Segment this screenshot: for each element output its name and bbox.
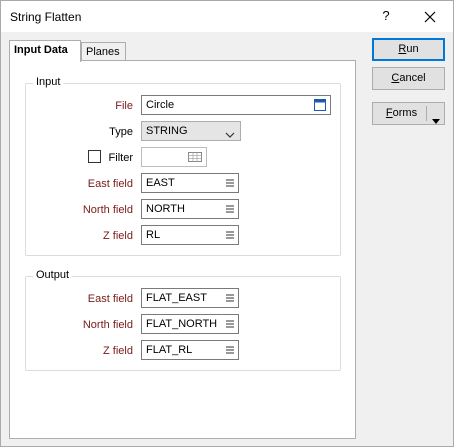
close-icon[interactable] <box>421 8 439 26</box>
input-east-field-label: East field <box>87 178 133 190</box>
input-east-field[interactable]: EAST <box>141 173 239 193</box>
input-north-field-value: NORTH <box>146 203 185 215</box>
input-z-field-label: Z field <box>103 230 133 242</box>
chevron-down-icon <box>225 127 235 138</box>
run-button[interactable]: Run <box>372 38 445 61</box>
output-east-field[interactable]: FLAT_EAST <box>141 288 239 308</box>
file-browse-icon[interactable] <box>314 99 326 111</box>
field-list-icon[interactable] <box>226 318 234 330</box>
field-list-icon[interactable] <box>226 229 234 241</box>
input-group-title: Input <box>33 76 64 88</box>
output-north-field-value: FLAT_NORTH <box>146 318 218 330</box>
output-east-field-value: FLAT_EAST <box>146 292 207 304</box>
help-button[interactable]: ? <box>378 8 394 24</box>
string-flatten-dialog: String Flatten ? Input Data Planes Input… <box>0 0 454 447</box>
type-label: Type <box>109 126 133 138</box>
type-select[interactable]: STRING <box>141 121 241 141</box>
output-north-field-label: North field <box>82 319 133 331</box>
run-label-suffix: un <box>406 43 419 55</box>
cancel-button[interactable]: Cancel <box>372 67 445 90</box>
input-z-field-value: RL <box>146 229 161 241</box>
input-groupbox: Input File Circle Type STRING Filter Eas… <box>25 76 341 256</box>
forms-label-accel: F <box>385 107 393 119</box>
tab-input-data[interactable]: Input Data <box>9 40 81 62</box>
output-groupbox: Output East field FLAT_EAST North field … <box>25 269 341 371</box>
dropdown-arrow-icon[interactable] <box>432 111 440 124</box>
field-list-icon[interactable] <box>226 177 234 189</box>
output-north-field[interactable]: FLAT_NORTH <box>141 314 239 334</box>
forms-button[interactable]: Forms <box>372 102 445 125</box>
field-list-icon[interactable] <box>226 344 234 356</box>
cancel-label-suffix: ancel <box>399 72 426 84</box>
output-z-field-label: Z field <box>103 345 133 357</box>
filter-label: Filter <box>108 152 133 164</box>
input-data-panel: Input File Circle Type STRING Filter Eas… <box>9 60 356 439</box>
file-label: File <box>115 100 133 112</box>
file-input[interactable]: Circle <box>141 95 331 115</box>
title-bar: String Flatten ? <box>1 1 453 32</box>
type-value: STRING <box>146 125 188 137</box>
input-east-field-value: EAST <box>146 177 175 189</box>
output-east-field-label: East field <box>87 293 133 305</box>
tab-planes[interactable]: Planes <box>81 42 126 62</box>
input-north-field[interactable]: NORTH <box>141 199 239 219</box>
output-z-field-value: FLAT_RL <box>146 344 193 356</box>
window-title: String Flatten <box>10 10 82 24</box>
output-z-field[interactable]: FLAT_RL <box>141 340 239 360</box>
input-north-field-label: North field <box>82 204 133 216</box>
field-list-icon[interactable] <box>226 203 234 215</box>
input-z-field[interactable]: RL <box>141 225 239 245</box>
output-group-title: Output <box>33 269 73 281</box>
forms-label-suffix: orms <box>392 107 418 119</box>
filter-table-icon[interactable] <box>188 151 202 163</box>
filter-input[interactable] <box>141 147 207 167</box>
forms-separator <box>426 106 427 121</box>
field-list-icon[interactable] <box>226 292 234 304</box>
file-value: Circle <box>146 99 175 111</box>
